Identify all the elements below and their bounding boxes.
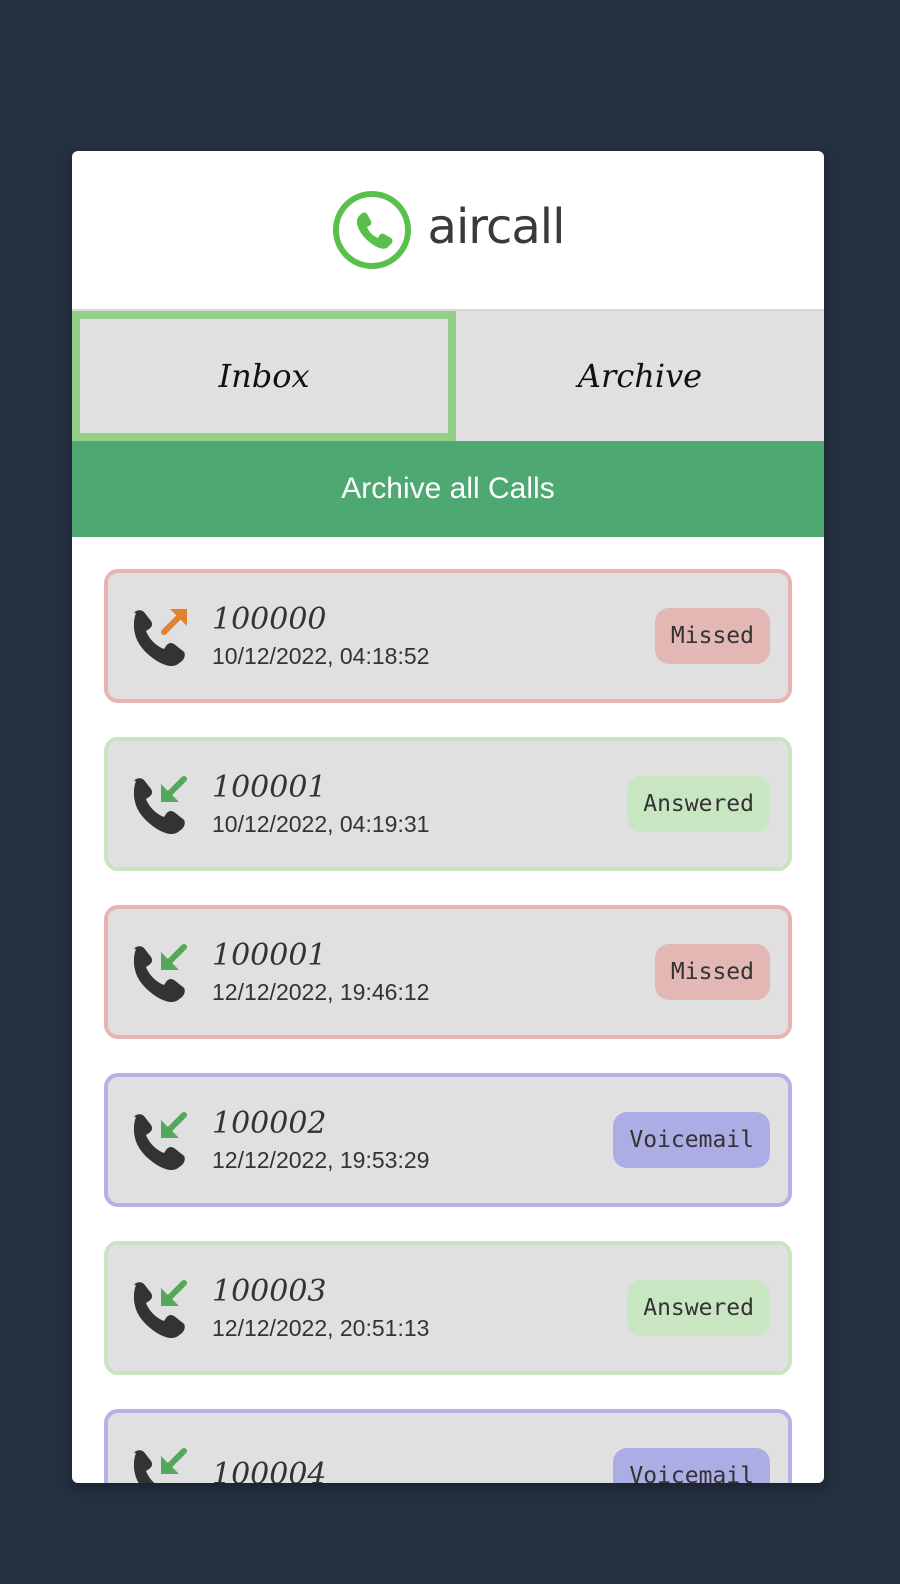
header: aircall <box>72 151 824 311</box>
call-timestamp: 10/12/2022, 04:18:52 <box>212 643 430 669</box>
tab-inbox[interactable]: Inbox <box>72 311 456 441</box>
app-window: aircall Inbox Archive Archive all Calls … <box>72 151 824 1483</box>
call-info: 100000 10/12/2022, 04:18:52 <box>212 601 655 671</box>
status-badge: Voicemail <box>613 1448 770 1483</box>
status-badge: Answered <box>627 776 770 832</box>
call-item[interactable]: 100002 12/12/2022, 19:53:29 Voicemail <box>104 1073 792 1207</box>
inbound-call-icon <box>133 1448 187 1483</box>
call-info: 100001 12/12/2022, 19:46:12 <box>212 937 655 1007</box>
status-badge: Missed <box>654 944 770 1000</box>
call-info: 100004 <box>212 1456 613 1483</box>
call-list: 100000 10/12/2022, 04:18:52 Missed 10000… <box>72 537 824 1483</box>
call-item[interactable]: 100000 10/12/2022, 04:18:52 Missed <box>104 569 792 703</box>
tab-bar: Inbox Archive <box>72 311 824 441</box>
status-badge: Voicemail <box>613 1112 770 1168</box>
call-number: 100000 <box>212 602 327 637</box>
call-timestamp: 12/12/2022, 19:53:29 <box>212 1147 430 1173</box>
inbound-call-icon <box>133 944 187 1003</box>
call-item[interactable]: 100001 10/12/2022, 04:19:31 Answered <box>104 737 792 871</box>
aircall-logo-icon <box>332 191 411 269</box>
call-item[interactable]: 100001 12/12/2022, 19:46:12 Missed <box>104 905 792 1039</box>
call-number: 100001 <box>212 938 327 973</box>
logo-text: aircall <box>427 199 566 255</box>
archive-all-button[interactable]: Archive all Calls <box>72 441 824 537</box>
call-item[interactable]: 100004 Voicemail <box>104 1409 792 1483</box>
call-info: 100001 10/12/2022, 04:19:31 <box>212 769 627 839</box>
logo: aircall <box>332 190 565 270</box>
tab-archive[interactable]: Archive <box>456 311 824 441</box>
inbound-call-icon <box>133 1280 187 1339</box>
call-number: 100003 <box>212 1274 327 1309</box>
call-timestamp: 10/12/2022, 04:19:31 <box>212 811 430 837</box>
call-info: 100003 12/12/2022, 20:51:13 <box>212 1273 627 1343</box>
call-number: 100004 <box>212 1457 327 1483</box>
call-timestamp: 12/12/2022, 20:51:13 <box>212 1315 430 1341</box>
status-badge: Answered <box>627 1280 770 1336</box>
inbound-call-icon <box>133 776 187 835</box>
call-number: 100001 <box>212 770 327 805</box>
outbound-call-icon <box>133 609 187 667</box>
call-info: 100002 12/12/2022, 19:53:29 <box>212 1105 613 1175</box>
inbound-call-icon <box>133 1112 187 1171</box>
call-item[interactable]: 100003 12/12/2022, 20:51:13 Answered <box>104 1241 792 1375</box>
call-timestamp: 12/12/2022, 19:46:12 <box>212 979 430 1005</box>
call-number: 100002 <box>212 1106 327 1141</box>
status-badge: Missed <box>654 608 770 664</box>
